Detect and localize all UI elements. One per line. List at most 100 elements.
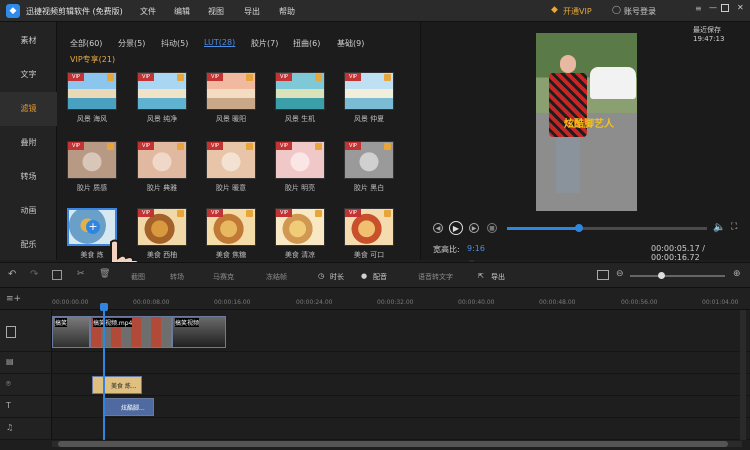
time-tick: 00:00:00.00	[52, 299, 89, 306]
menu-edit[interactable]: 编辑	[174, 6, 190, 17]
sidebar-item-text[interactable]: 文字	[0, 58, 57, 92]
aspect-icon[interactable]	[597, 270, 609, 280]
filter-thumb[interactable]: VIP	[344, 141, 394, 179]
open-vip-button[interactable]: 开通VIP	[563, 6, 592, 17]
autosave-status: 最近保存 19:47:13	[693, 26, 725, 43]
video-clip[interactable]: 搞笑视频	[172, 316, 226, 348]
filter-label: 美食 可口	[353, 251, 385, 259]
category-all[interactable]: 全部(60)	[70, 38, 102, 49]
delete-icon[interactable]: 🗑	[99, 269, 110, 279]
login-button[interactable]: 账号登录	[624, 6, 656, 17]
edit-icon[interactable]	[52, 270, 62, 280]
maximize-icon[interactable]	[721, 4, 729, 12]
duration-button[interactable]: 时长	[330, 272, 344, 282]
video-track-icon	[6, 326, 16, 338]
filter-thumb[interactable]: VIP	[344, 72, 394, 110]
progress-knob[interactable]	[575, 224, 583, 232]
playhead[interactable]	[103, 306, 105, 440]
next-frame-icon[interactable]: ▶	[469, 223, 479, 233]
timeline-scrollbar[interactable]	[52, 441, 742, 447]
export-icon: ⇱	[478, 272, 484, 280]
filter-thumb[interactable]: VIP	[67, 141, 117, 179]
zoom-out-icon[interactable]: ⊖	[616, 269, 624, 279]
aspect-ratio-value[interactable]: 9:16	[467, 244, 485, 253]
zoom-in-icon[interactable]: ⊕	[733, 269, 741, 279]
zoom-slider[interactable]	[630, 272, 725, 279]
mosaic-button[interactable]: 马赛克	[213, 272, 234, 282]
sidebar-item-filter[interactable]: 滤镜	[0, 92, 57, 126]
dubbing-button[interactable]: 配音	[373, 272, 387, 282]
menu-help[interactable]: 帮助	[279, 6, 295, 17]
menu-export[interactable]: 导出	[244, 6, 260, 17]
filter-thumb[interactable]: VIP	[137, 72, 187, 110]
filter-thumb[interactable]: VIP	[275, 141, 325, 179]
sidebar-item-overlay[interactable]: 叠附	[0, 126, 57, 160]
filter-clip[interactable]: 美食 炼...	[92, 376, 142, 394]
category-basic[interactable]: 基础(9)	[337, 38, 364, 49]
sidebar-item-animation[interactable]: 动画	[0, 194, 57, 228]
speech-to-text-button[interactable]: 语音转文字	[418, 272, 453, 282]
volume-icon[interactable]: 🔈	[713, 222, 725, 233]
text-clip[interactable]: 炫酷脚...	[104, 398, 154, 416]
vip-badge: VIP	[207, 73, 223, 81]
category-scenery[interactable]: 分景(5)	[118, 38, 145, 49]
filter-thumb[interactable]: VIP	[275, 208, 325, 246]
video-clip[interactable]: 搞笑	[52, 316, 90, 348]
track-scrollbar[interactable]	[740, 310, 746, 440]
prev-frame-icon[interactable]: ◀	[433, 223, 443, 233]
add-icon[interactable]: +	[86, 220, 100, 234]
timeline-scrollbar-thumb[interactable]	[58, 441, 728, 447]
redo-icon[interactable]: ↷	[30, 269, 38, 280]
settings-icon[interactable]: ≡	[695, 4, 702, 13]
timeline-ruler[interactable]: ≡+ 00:00:00.00 00:00:08.00 00:00:16.00 0…	[0, 288, 750, 310]
time-tick: 00:00:24.00	[296, 299, 333, 306]
filter-thumb[interactable]: VIP	[137, 141, 187, 179]
playhead-handle[interactable]	[100, 303, 108, 311]
music-icon: ♫	[6, 423, 14, 432]
zoom-slider-knob[interactable]	[658, 272, 665, 279]
clip-label: 炫酷脚...	[121, 405, 145, 412]
text-track: T 炫酷脚...	[0, 396, 750, 418]
filter-label: 胶片 暖意	[215, 184, 247, 192]
time-tick: 00:00:32.00	[377, 299, 414, 306]
sidebar-item-material[interactable]: 素材	[0, 24, 57, 58]
category-shake[interactable]: 抖动(5)	[161, 38, 188, 49]
clip-label: 搞笑视频	[175, 318, 200, 327]
export-button[interactable]: 导出	[491, 272, 505, 282]
category-distort[interactable]: 扭曲(6)	[293, 38, 320, 49]
filter-label: 胶片 黑白	[353, 184, 385, 192]
transition-button[interactable]: 转场	[170, 272, 184, 282]
fullscreen-icon[interactable]: ⛶	[731, 222, 737, 232]
sidebar-item-music[interactable]: 配乐	[0, 228, 57, 262]
vip-badge: VIP	[138, 209, 154, 217]
filter-thumb[interactable]: VIP	[206, 72, 256, 110]
filter-thumb[interactable]: VIP	[344, 208, 394, 246]
category-lut[interactable]: LUT(28)	[204, 38, 235, 47]
screenshot-button[interactable]: 截图	[131, 272, 145, 282]
mic-icon: ●	[361, 272, 368, 280]
track-header: T	[0, 396, 52, 417]
filter-thumb[interactable]: VIP	[206, 208, 256, 246]
undo-icon[interactable]: ↶	[8, 269, 16, 280]
play-icon[interactable]: ▶	[449, 221, 463, 235]
freeze-frame-button[interactable]: 冻结帧	[266, 272, 287, 282]
filter-thumb[interactable]: VIP	[275, 72, 325, 110]
add-track-icon[interactable]: ≡+	[6, 294, 21, 304]
progress-track[interactable]	[507, 224, 707, 232]
vip-badge: VIP	[207, 142, 223, 150]
close-icon[interactable]: ✕	[737, 3, 744, 12]
filter-thumb[interactable]: VIP	[67, 72, 117, 110]
menu-file[interactable]: 文件	[140, 6, 156, 17]
sidebar-item-transition[interactable]: 转场	[0, 160, 57, 194]
time-tick: 00:00:08.00	[133, 299, 170, 306]
split-icon[interactable]: ✂	[77, 269, 85, 279]
film-icon: ▤	[6, 357, 14, 366]
minimize-icon[interactable]: —	[709, 3, 717, 12]
vip-badge: VIP	[207, 209, 223, 217]
stop-icon[interactable]: ■	[487, 223, 497, 233]
filter-thumb[interactable]: VIP	[137, 208, 187, 246]
menu-view[interactable]: 视图	[208, 6, 224, 17]
filter-thumb[interactable]: VIP	[206, 141, 256, 179]
category-film[interactable]: 胶片(7)	[251, 38, 278, 49]
vip-badge: VIP	[276, 73, 292, 81]
